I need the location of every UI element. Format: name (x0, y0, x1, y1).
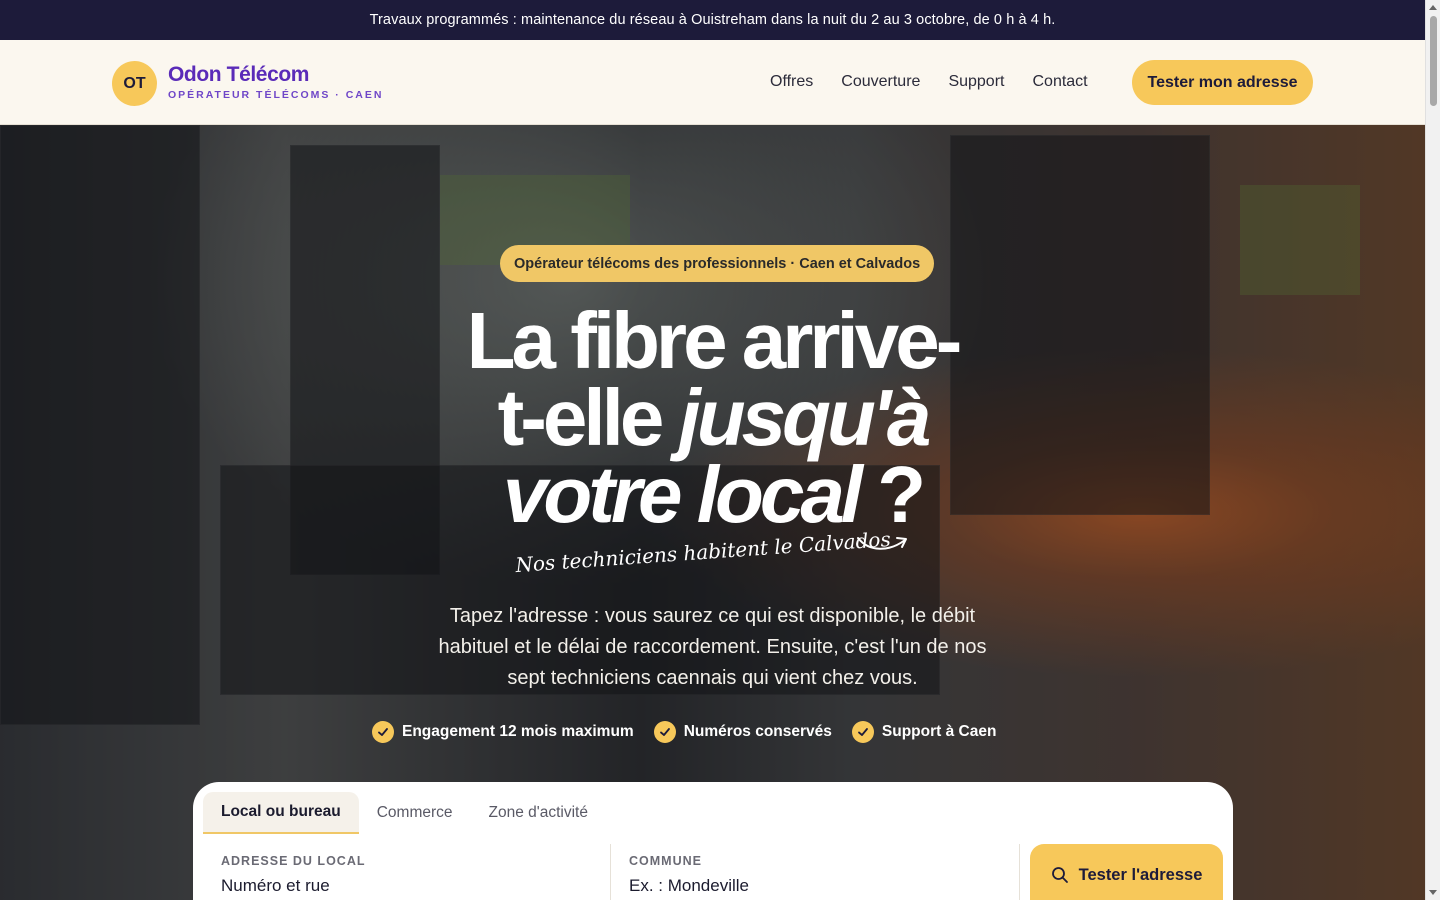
city-input[interactable] (629, 876, 969, 896)
nav-item-offres[interactable]: Offres (770, 73, 813, 91)
check-icon (653, 721, 676, 743)
hero-pill-badge: Opérateur télécoms des professionnels · … (500, 245, 935, 282)
check-icon (851, 721, 874, 743)
benefit-item: Numéros conservés (653, 721, 832, 743)
address-label: ADRESSE DU LOCAL (221, 854, 366, 868)
test-address-button-label: Tester l'adresse (1078, 865, 1203, 884)
benefit-item: Engagement 12 mois maximum (372, 721, 634, 743)
page-scrollbar[interactable] (1425, 0, 1440, 900)
logo-badge[interactable]: OT (112, 61, 157, 106)
hero-title-line2: t-elle jusqu'à (330, 378, 1095, 458)
address-search-card: Local ou bureau Commerce Zone d'activité… (193, 782, 1233, 900)
city-field: COMMUNE (629, 854, 969, 896)
nav-item-support[interactable]: Support (948, 73, 1004, 91)
benefit-label: Numéros conservés (683, 723, 832, 740)
benefit-item: Support à Caen (851, 721, 997, 743)
tab-zone-activite[interactable]: Zone d'activité (471, 792, 606, 834)
field-divider (610, 844, 611, 900)
curved-arrow-icon (857, 537, 907, 550)
benefit-label: Support à Caen (881, 723, 997, 740)
brand-name[interactable]: Odon Télécom (168, 63, 309, 87)
check-icon (372, 721, 394, 743)
hero-title-line2-plain: t-elle (497, 373, 679, 462)
brand-subtitle: OPÉRATEUR TÉLÉCOMS · CAEN (168, 89, 384, 101)
main-nav: Offres Couverture Support Contact (770, 73, 1088, 91)
tab-local-bureau[interactable]: Local ou bureau (203, 792, 359, 834)
address-field: ADRESSE DU LOCAL (221, 854, 561, 896)
benefit-label: Engagement 12 mois maximum (402, 723, 634, 740)
search-icon (1051, 867, 1068, 883)
city-label: COMMUNE (629, 854, 702, 868)
test-address-button[interactable]: Tester l'adresse (1030, 844, 1223, 900)
field-divider (1019, 844, 1020, 900)
announcement-text: Travaux programmés : maintenance du rése… (369, 12, 1056, 28)
site-header: OT Odon Télécom OPÉRATEUR TÉLÉCOMS · CAE… (0, 40, 1425, 125)
hero-title-line1: La fibre arrive- (466, 296, 963, 385)
hero-benefits: Engagement 12 mois maximum Numéros conse… (372, 721, 996, 743)
hero-title-line2-italic: jusqu'à (678, 373, 932, 462)
tab-commerce[interactable]: Commerce (359, 792, 471, 834)
nav-item-contact[interactable]: Contact (1032, 73, 1087, 91)
address-input[interactable] (221, 876, 561, 896)
hero-lead-text: Tapez l'adresse : vous saurez ce qui est… (438, 605, 987, 689)
logo-initials: OT (123, 74, 146, 92)
scroll-down-arrow-icon[interactable] (1429, 890, 1437, 895)
hero-title-line3-italic: votre local (502, 450, 863, 539)
test-address-header-button[interactable]: Tester mon adresse (1132, 60, 1313, 105)
scroll-up-arrow-icon[interactable] (1429, 5, 1437, 10)
scrollbar-thumb[interactable] (1430, 16, 1437, 106)
announcement-bar: Travaux programmés : maintenance du rése… (0, 0, 1425, 40)
nav-item-couverture[interactable]: Couverture (841, 73, 920, 91)
hero-title-line3-plain: ? (859, 450, 926, 539)
search-tabs: Local ou bureau Commerce Zone d'activité (203, 792, 606, 834)
hero-title-line3: votre local ? (330, 455, 1095, 535)
